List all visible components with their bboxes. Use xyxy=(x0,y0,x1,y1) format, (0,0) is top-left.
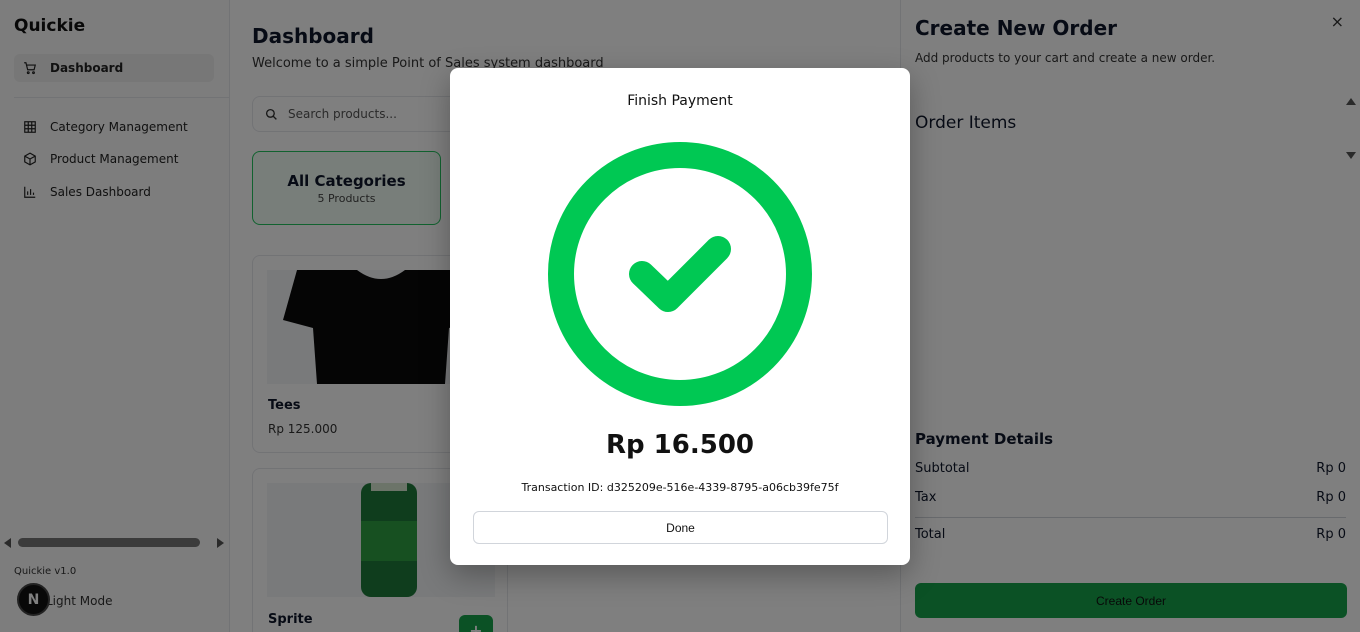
payment-amount: Rp 16.500 xyxy=(605,430,754,460)
done-button[interactable]: Done xyxy=(473,511,888,544)
transaction-id: Transaction ID: d325209e-516e-4339-8795-… xyxy=(521,481,839,494)
finish-payment-dialog: Finish Payment Rp 16.500 Transaction ID:… xyxy=(450,68,910,565)
dialog-title: Finish Payment xyxy=(627,93,733,109)
success-check-icon xyxy=(547,141,813,411)
